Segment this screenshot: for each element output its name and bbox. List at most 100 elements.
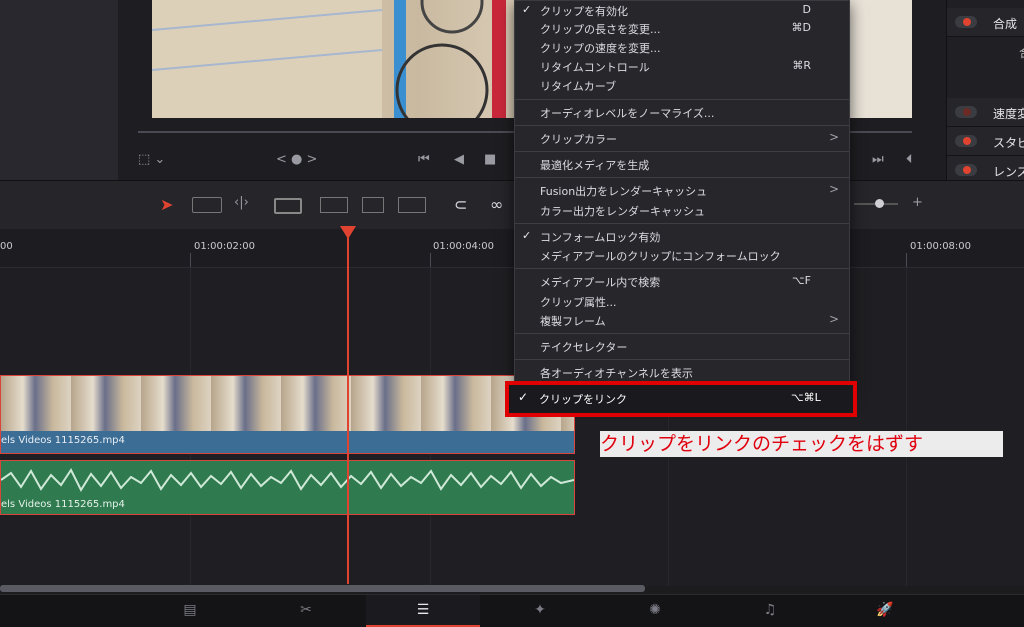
menu-separator	[515, 177, 849, 178]
menu-separator	[515, 268, 849, 269]
menu-item-label: 複製フレーム	[540, 315, 606, 328]
menu-item-label: リタイムカーブ	[540, 80, 617, 93]
ruler-tick	[430, 253, 431, 267]
menu-item-optimized-media[interactable]: 最適化メディアを生成	[515, 155, 849, 174]
menu-separator	[515, 151, 849, 152]
play-reverse-icon[interactable]: ◀	[454, 152, 464, 167]
playhead-handle[interactable]	[340, 226, 356, 239]
menu-item-label: オーディオレベルをノーマライズ...	[540, 107, 715, 120]
enabled-dot-icon	[963, 137, 971, 145]
submenu-arrow-icon: >	[828, 182, 839, 196]
jog-control[interactable]: < ● >	[276, 152, 317, 167]
menu-item-label: クリップ属性...	[540, 296, 617, 309]
video-clip[interactable]: els Videos 1115265.mp4	[0, 375, 575, 454]
enabled-dot-icon	[963, 166, 971, 174]
submenu-arrow-icon: >	[828, 312, 839, 326]
menu-item-label: Fusion出力をレンダーキャッシュ	[540, 185, 708, 198]
menu-item-show-audio-channels[interactable]: 各オーディオチャンネルを表示	[515, 363, 849, 382]
menu-item-change-duration[interactable]: クリップの長さを変更... ⌘D	[515, 19, 849, 38]
menu-item-change-speed[interactable]: クリップの速度を変更...	[515, 38, 849, 57]
blade-tool-icon[interactable]	[274, 198, 302, 214]
viewer-size-icon[interactable]: ⬚ ⌄	[138, 152, 165, 167]
menu-item-shortcut: D	[802, 3, 811, 16]
timecode-label: 00	[0, 241, 13, 252]
edit-page-icon[interactable]: ☰	[366, 595, 480, 627]
inspector-sub-label: 合	[1019, 44, 1024, 61]
enabled-dot-icon	[963, 18, 971, 26]
video-clip-name: els Videos 1115265.mp4	[1, 435, 125, 446]
menu-item-find-in-media-pool[interactable]: メディアプール内で検索 ⌥F	[515, 272, 849, 291]
deliver-page-icon[interactable]: 🚀	[828, 595, 942, 627]
timeline-ruler[interactable]: 00 01:00:02:00 01:00:04:00 01:00:08:00	[0, 229, 1024, 268]
menu-item-label: クリップの速度を変更...	[540, 42, 661, 55]
page-navigation-bar: ▤ ✂ ☰ ✦ ✺ ♫ 🚀	[0, 594, 1024, 627]
menu-item-label: コンフォームロック有効	[540, 231, 661, 244]
ruler-tick	[190, 253, 191, 267]
menu-item-conform-lock[interactable]: ✓ コンフォームロック有効	[515, 227, 849, 246]
timeline-toolbar: ➤ ‹|› ⊂ ∞ +	[0, 180, 1024, 230]
inspector-label-lens: レンズ	[993, 165, 1024, 179]
menu-item-retime-curve[interactable]: リタイムカーブ	[515, 76, 849, 95]
menu-item-label: メディアプール内で検索	[540, 276, 661, 289]
disabled-dot-icon	[963, 108, 971, 116]
stop-icon[interactable]: ■	[484, 152, 496, 167]
menu-item-label: クリップの長さを変更...	[540, 23, 661, 36]
menu-item-clip-color[interactable]: クリップカラー >	[515, 129, 849, 148]
color-page-icon[interactable]: ✺	[598, 595, 712, 627]
go-to-last-frame-icon[interactable]: ⏭	[872, 152, 884, 167]
menu-item-clip-attributes[interactable]: クリップ属性...	[515, 292, 849, 311]
playhead-line[interactable]	[347, 232, 349, 584]
submenu-arrow-icon: >	[828, 130, 839, 144]
menu-item-shortcut: ⌘D	[791, 21, 811, 34]
menu-item-label: テイクセレクター	[540, 341, 628, 354]
fairlight-page-icon[interactable]: ♫	[713, 595, 827, 627]
annotation-caption: クリップをリンクのチェックをはずす	[600, 431, 1003, 457]
timeline-scrollbar[interactable]	[0, 585, 645, 592]
inspector-stabilization-row[interactable]: スタビ	[947, 127, 1024, 156]
inspector-composite-row[interactable]: 合成	[947, 8, 1024, 37]
zoom-slider-handle[interactable]	[875, 199, 884, 208]
menu-item-retime-controls[interactable]: リタイムコントロール ⌘R	[515, 57, 849, 76]
zoom-in-icon[interactable]: +	[912, 195, 923, 215]
inspector-label-speed: 速度変	[993, 107, 1024, 121]
checkmark-icon: ✓	[522, 3, 532, 16]
audio-waveform	[1, 468, 574, 493]
menu-item-label: 最適化メディアを生成	[540, 159, 650, 172]
menu-item-conform-lock-media-pool[interactable]: メディアプールのクリップにコンフォームロック	[515, 246, 849, 265]
menu-item-normalize-audio[interactable]: オーディオレベルをノーマライズ...	[515, 103, 849, 122]
media-page-icon[interactable]: ▤	[133, 595, 247, 627]
menu-separator	[515, 99, 849, 100]
trim-tool-icon[interactable]	[192, 197, 222, 213]
go-to-first-frame-icon[interactable]: ⏮	[418, 152, 430, 167]
clip-thumbnails	[1, 376, 574, 431]
overwrite-clip-icon[interactable]	[362, 197, 384, 213]
menu-item-color-render-cache[interactable]: カラー出力をレンダーキャッシュ	[515, 201, 849, 220]
fusion-page-icon[interactable]: ✦	[483, 595, 597, 627]
blade-edit-icon[interactable]: ‹|›	[234, 195, 249, 215]
replace-clip-icon[interactable]	[398, 197, 426, 213]
inspector-speed-row[interactable]: 速度変	[947, 98, 1024, 127]
next-clip-icon[interactable]: ⏴	[906, 152, 913, 167]
inspector-label-composite: 合成	[993, 17, 1018, 31]
grid-line	[906, 268, 907, 586]
inspector-label-stabilization: スタビ	[993, 136, 1024, 150]
menu-item-enable-clip[interactable]: ✓ クリップを有効化 D	[515, 1, 849, 20]
menu-item-fusion-render-cache[interactable]: Fusion出力をレンダーキャッシュ >	[515, 181, 849, 200]
timecode-label: 01:00:02:00	[194, 241, 256, 252]
insert-clip-icon[interactable]	[320, 197, 348, 213]
menu-item-label: クリップを有効化	[540, 5, 628, 18]
checkmark-icon: ✓	[522, 229, 532, 242]
menu-item-duplicate-frames[interactable]: 複製フレーム >	[515, 311, 849, 330]
audio-clip[interactable]: els Videos 1115265.mp4	[0, 460, 575, 515]
menu-item-label: メディアプールのクリップにコンフォームロック	[540, 250, 781, 263]
linked-selection-icon[interactable]: ∞	[490, 195, 503, 215]
menu-item-take-selector[interactable]: テイクセレクター	[515, 337, 849, 356]
selection-tool-icon[interactable]: ➤	[160, 195, 173, 215]
menu-item-shortcut: ⌘R	[792, 59, 811, 72]
cut-page-icon[interactable]: ✂	[249, 595, 363, 627]
menu-item-label: カラー出力をレンダーキャッシュ	[540, 205, 705, 218]
clip-context-menu: ✓ クリップを有効化 D クリップの長さを変更... ⌘D クリップの速度を変更...…	[514, 0, 850, 394]
highlight-box	[505, 381, 857, 417]
snapping-icon[interactable]: ⊂	[454, 195, 467, 215]
menu-item-label: リタイムコントロール	[540, 61, 650, 74]
